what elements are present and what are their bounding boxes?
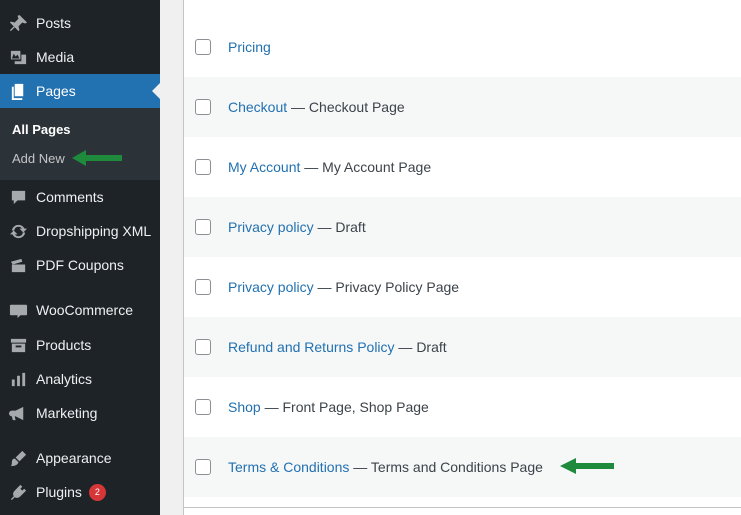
menu-item-label: Plugins xyxy=(36,484,82,500)
submenu-all-pages[interactable]: All Pages xyxy=(12,122,71,137)
row-checkbox[interactable] xyxy=(195,459,211,475)
menu-item-dropshipping-xml[interactable]: Dropshipping XML xyxy=(0,214,160,248)
menu-item-products[interactable]: Products xyxy=(0,328,160,362)
menu-item-comments[interactable]: Comments xyxy=(0,180,160,214)
chart-icon xyxy=(0,370,36,389)
active-indicator xyxy=(152,83,160,99)
page-title-link[interactable]: Terms & Conditions xyxy=(228,459,349,475)
table-row: Checkout — Checkout Page xyxy=(184,77,741,137)
coupon-icon xyxy=(0,256,36,275)
row-title: Checkout — Checkout Page xyxy=(228,99,405,115)
menu-item-media[interactable]: Media xyxy=(0,40,160,74)
menu-item-label: Marketing xyxy=(36,405,98,421)
media-icon xyxy=(0,48,36,67)
row-title: Pricing xyxy=(228,39,271,55)
row-title: Shop — Front Page, Shop Page xyxy=(228,399,429,415)
page-state: — Privacy Policy Page xyxy=(313,279,460,295)
page-state: — Draft xyxy=(394,339,447,355)
menu-item-appearance[interactable]: Appearance xyxy=(0,441,160,475)
row-checkbox[interactable] xyxy=(195,39,211,55)
plug-icon xyxy=(0,483,36,502)
page-title-link[interactable]: Shop xyxy=(228,399,261,415)
pin-icon xyxy=(0,14,36,33)
row-checkbox[interactable] xyxy=(195,279,211,295)
page-title-link[interactable]: My Account xyxy=(228,159,300,175)
main-content: Pricing Checkout — Checkout Page My Acco… xyxy=(160,0,741,515)
menu-item-label: Comments xyxy=(36,189,104,205)
table-row: Refund and Returns Policy — Draft xyxy=(184,317,741,377)
pages-submenu: All Pages Add New xyxy=(0,108,160,180)
menu-item-label: Pages xyxy=(36,83,76,99)
row-title: My Account — My Account Page xyxy=(228,159,431,175)
annotation-arrow-add-new xyxy=(72,150,122,166)
row-checkbox[interactable] xyxy=(195,99,211,115)
page-state: — Front Page, Shop Page xyxy=(260,399,429,415)
menu-item-marketing[interactable]: Marketing xyxy=(0,396,160,430)
page-title-link[interactable]: Privacy policy xyxy=(228,279,314,295)
menu-item-label: Posts xyxy=(36,15,72,31)
menu-item-label: Appearance xyxy=(36,450,112,466)
table-row: Privacy policy — Draft xyxy=(184,197,741,257)
page-title-link[interactable]: Refund and Returns Policy xyxy=(228,339,395,355)
page-title-link[interactable]: Checkout xyxy=(228,99,287,115)
row-checkbox[interactable] xyxy=(195,339,211,355)
menu-item-analytics[interactable]: Analytics xyxy=(0,362,160,396)
page-state: — Draft xyxy=(313,219,366,235)
menu-item-label: Dropshipping XML xyxy=(36,223,152,239)
annotation-arrow-terms xyxy=(560,458,614,474)
menu-item-label: Analytics xyxy=(36,371,93,387)
submenu-add-new[interactable]: Add New xyxy=(12,151,65,166)
sync-icon xyxy=(0,222,36,241)
menu-item-label: Media xyxy=(36,49,75,65)
page-state: — Terms and Conditions Page xyxy=(349,459,543,475)
row-checkbox[interactable] xyxy=(195,219,211,235)
table-row: Terms & Conditions — Terms and Condition… xyxy=(184,437,741,497)
page-state: — Checkout Page xyxy=(287,99,405,115)
menu-item-label: WooCommerce xyxy=(36,302,133,318)
menu-item-pages[interactable]: Pages xyxy=(0,74,160,108)
row-checkbox[interactable] xyxy=(195,399,211,415)
page-title-link[interactable]: Privacy policy xyxy=(228,219,314,235)
menu-item-label: PDF Coupons xyxy=(36,257,124,273)
pages-list-table: Pricing Checkout — Checkout Page My Acco… xyxy=(183,0,741,515)
row-title: Privacy policy — Draft xyxy=(228,219,366,235)
page-title-link[interactable]: Pricing xyxy=(228,39,271,55)
update-count-badge: 2 xyxy=(88,483,106,501)
table-row: Shop — Front Page, Shop Page xyxy=(184,377,741,437)
menu-item-posts[interactable]: Posts xyxy=(0,6,160,40)
menu-item-plugins[interactable]: Plugins 2 xyxy=(0,475,160,509)
menu-item-label: Products xyxy=(36,337,92,353)
table-row: Privacy policy — Privacy Policy Page xyxy=(184,257,741,317)
page-state: — My Account Page xyxy=(300,159,432,175)
pages-icon xyxy=(0,82,36,101)
admin-sidebar: Posts Media Pages All Pages Add New Comm… xyxy=(0,0,160,515)
woo-icon xyxy=(0,301,36,320)
brush-icon xyxy=(0,449,36,468)
table-row: Pricing xyxy=(184,17,741,77)
row-title: Refund and Returns Policy — Draft xyxy=(228,339,447,355)
table-divider xyxy=(184,507,741,508)
archive-icon xyxy=(0,336,36,355)
comment-icon xyxy=(0,188,36,207)
menu-item-pdf-coupons[interactable]: PDF Coupons xyxy=(0,248,160,282)
megaphone-icon xyxy=(0,404,36,423)
row-checkbox[interactable] xyxy=(195,159,211,175)
row-title: Privacy policy — Privacy Policy Page xyxy=(228,279,459,295)
table-row: My Account — My Account Page xyxy=(184,137,741,197)
row-title: Terms & Conditions — Terms and Condition… xyxy=(228,459,543,475)
menu-item-woocommerce[interactable]: WooCommerce xyxy=(0,293,160,327)
